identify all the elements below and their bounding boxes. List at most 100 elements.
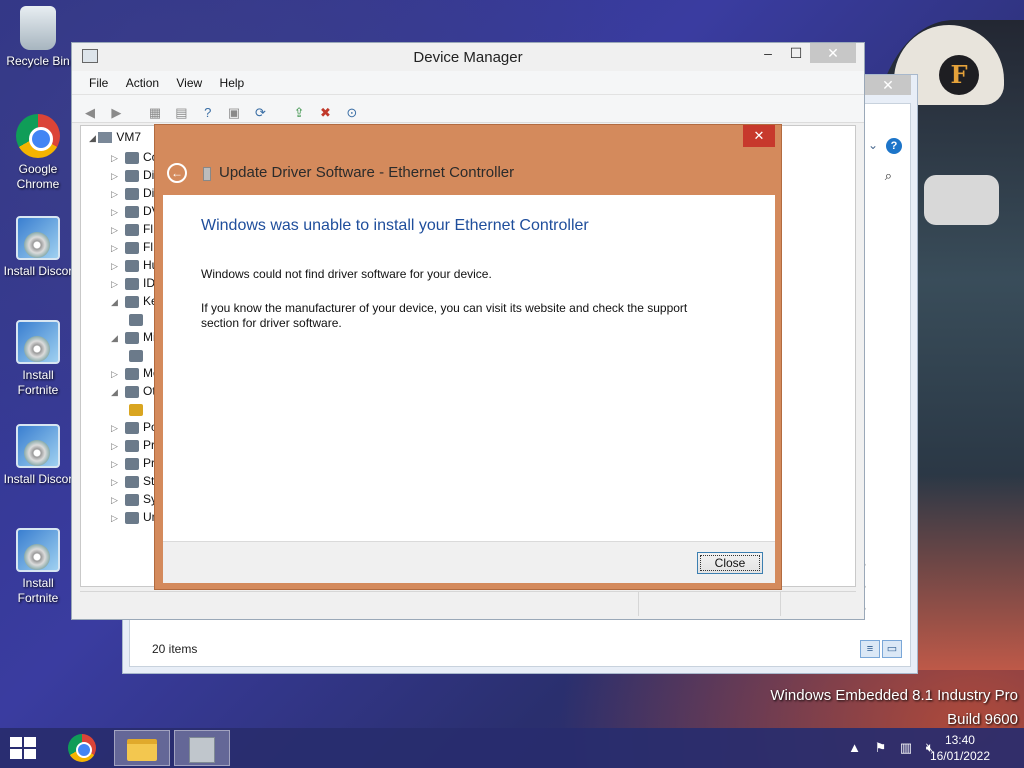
desktop-icon-recycle-bin[interactable]: Recycle Bin <box>0 6 76 69</box>
help-icon[interactable]: ? <box>886 138 902 154</box>
disk-drive-icon <box>125 169 139 182</box>
printer-icon <box>125 439 139 452</box>
desktop-icon-label: Install Discor <box>3 472 73 486</box>
dialog-title: Update Driver Software - Ethernet Contro… <box>219 164 515 181</box>
recycle-bin-icon <box>20 6 56 50</box>
tree-item[interactable]: ▷ Di <box>111 166 154 184</box>
taskbar-device-manager[interactable] <box>174 730 230 766</box>
tree-item[interactable]: ▷ Pr <box>111 454 155 472</box>
large-icons-view-icon[interactable]: ▭ <box>882 640 902 658</box>
warning-device-icon <box>129 403 143 416</box>
menu-action[interactable]: Action <box>119 71 166 95</box>
tree-item[interactable] <box>129 400 147 418</box>
status-bar <box>80 591 856 616</box>
os-watermark: Windows Embedded 8.1 Industry Pro Build … <box>770 684 1018 732</box>
hid-icon <box>125 259 139 272</box>
tree-item[interactable]: ▷ Co <box>111 148 158 166</box>
tree-item[interactable]: ▷ St <box>111 472 154 490</box>
uninstall-icon[interactable]: ✖ <box>315 104 335 122</box>
tree-root[interactable]: ◢ VM7 <box>89 130 141 144</box>
tree-item[interactable] <box>129 346 147 364</box>
status-divider <box>638 592 639 616</box>
menu-view[interactable]: View <box>169 71 209 95</box>
desktop-icon-install-fortnite-1[interactable]: Install Fortnite <box>0 320 76 398</box>
tree-item-label: Di <box>143 186 155 200</box>
action-center-flag-icon[interactable]: ⚑ <box>875 740 887 755</box>
details-view-icon[interactable]: ≡ <box>860 640 880 658</box>
error-message: Windows could not find driver software f… <box>201 267 492 281</box>
usb-icon <box>125 511 139 524</box>
system-devices-icon <box>125 493 139 506</box>
desktop-icon-label: Install Fortnite <box>17 576 59 605</box>
maximize-button[interactable]: ☐ <box>782 43 810 63</box>
menu-help[interactable]: Help <box>213 71 252 95</box>
desktop-icon-install-discord-2[interactable]: Install Discor <box>0 424 76 487</box>
chevron-down-icon[interactable]: ⌄ <box>868 138 878 152</box>
properties-icon[interactable]: ▦ <box>145 104 165 122</box>
minimize-button[interactable]: – <box>754 43 782 63</box>
item-count-status: 20 items <box>152 642 198 656</box>
dialog-close-x-button[interactable]: ✕ <box>743 125 775 147</box>
tree-item[interactable] <box>129 310 147 328</box>
installer-icon <box>16 424 60 468</box>
action-icon[interactable]: ▣ <box>224 104 244 122</box>
tree-item[interactable]: ▷ Fl <box>111 238 153 256</box>
tree-item[interactable]: ◢ Ot <box>111 382 156 400</box>
back-arrow-icon[interactable]: ← <box>167 163 187 183</box>
tree-item[interactable]: ▷ DV <box>111 202 160 220</box>
update-driver-dialog[interactable]: ✕ ← Update Driver Software - Ethernet Co… <box>154 124 782 590</box>
help-icon[interactable]: ? <box>198 104 218 122</box>
tree-item[interactable]: ▷ Hu <box>111 256 158 274</box>
toolbar: ◀ ▶ ▦ ▤ ? ▣ ⟳ ⇪ ✖ ⊙ <box>72 95 864 123</box>
tree-item[interactable]: ◢ Ke <box>111 292 158 310</box>
tree-item[interactable]: ◢ Mi <box>111 328 156 346</box>
close-button[interactable]: ✕ <box>810 43 856 63</box>
mouse-icon <box>125 331 139 344</box>
tree-item[interactable]: ▷ Po <box>111 418 158 436</box>
system-tray: ▲ ⚑ ▥ 🔇︎ <box>838 740 934 756</box>
taskbar-file-explorer[interactable] <box>114 730 170 766</box>
desktop-icon-label: Install Discor <box>3 264 73 278</box>
update-driver-icon[interactable]: ⇪ <box>289 104 309 122</box>
desktop-icon-chrome[interactable]: Google Chrome <box>0 114 76 192</box>
tree-root-label: VM7 <box>116 130 142 144</box>
mouse-icon <box>129 349 143 362</box>
window-controls: – ☐ ✕ <box>754 43 856 63</box>
back-icon[interactable]: ◀ <box>80 104 100 122</box>
ports-icon <box>125 421 139 434</box>
forward-icon[interactable]: ▶ <box>106 104 126 122</box>
error-heading: Windows was unable to install your Ether… <box>201 217 589 234</box>
windows-start-icon[interactable] <box>10 737 38 759</box>
tree-item[interactable]: ▷ Un <box>111 508 158 526</box>
list-icon[interactable]: ▤ <box>171 104 191 122</box>
tree-item[interactable]: ▷ Mo <box>111 364 160 382</box>
dialog-body: Windows was unable to install your Ether… <box>163 195 775 541</box>
show-hidden-icon[interactable]: ▲ <box>848 740 861 755</box>
tree-item-label: Fl <box>143 240 153 254</box>
desktop-icon-install-discord-1[interactable]: Install Discor <box>0 216 76 279</box>
ide-controller-icon <box>125 277 139 290</box>
tree-item[interactable]: ▷ Sy <box>111 490 157 508</box>
scan-icon[interactable]: ⟳ <box>250 104 270 122</box>
close-button[interactable]: Close <box>697 552 763 574</box>
clock-time: 13:40 <box>944 733 975 747</box>
network-error-icon[interactable]: ▥ <box>900 740 912 755</box>
taskbar-clock[interactable]: 13:40 16/01/2022 <box>930 732 990 764</box>
search-icon[interactable]: ⌕ <box>885 168 892 184</box>
tree-item[interactable]: ▷ ID <box>111 274 155 292</box>
chrome-icon <box>16 114 60 158</box>
wallpaper-mask <box>924 175 999 225</box>
tree-item[interactable]: ▷ Fl <box>111 220 153 238</box>
tree-item[interactable]: ▷ Di <box>111 184 154 202</box>
other-devices-icon <box>125 385 139 398</box>
desktop-icon-label: Recycle Bin <box>6 54 70 68</box>
desktop-icon-install-fortnite-2[interactable]: Install Fortnite <box>0 528 76 606</box>
taskbar-chrome[interactable] <box>54 730 110 766</box>
tree-item-label: St <box>143 474 155 488</box>
tree-item[interactable]: ▷ Pr <box>111 436 155 454</box>
enable-icon[interactable]: ⊙ <box>342 104 362 122</box>
title-bar[interactable]: Device Manager – ☐ ✕ <box>72 43 864 71</box>
mouse-pointer-icon <box>363 457 372 477</box>
menu-file[interactable]: File <box>82 71 115 95</box>
bg-window-close-button[interactable]: ✕ <box>865 75 911 95</box>
